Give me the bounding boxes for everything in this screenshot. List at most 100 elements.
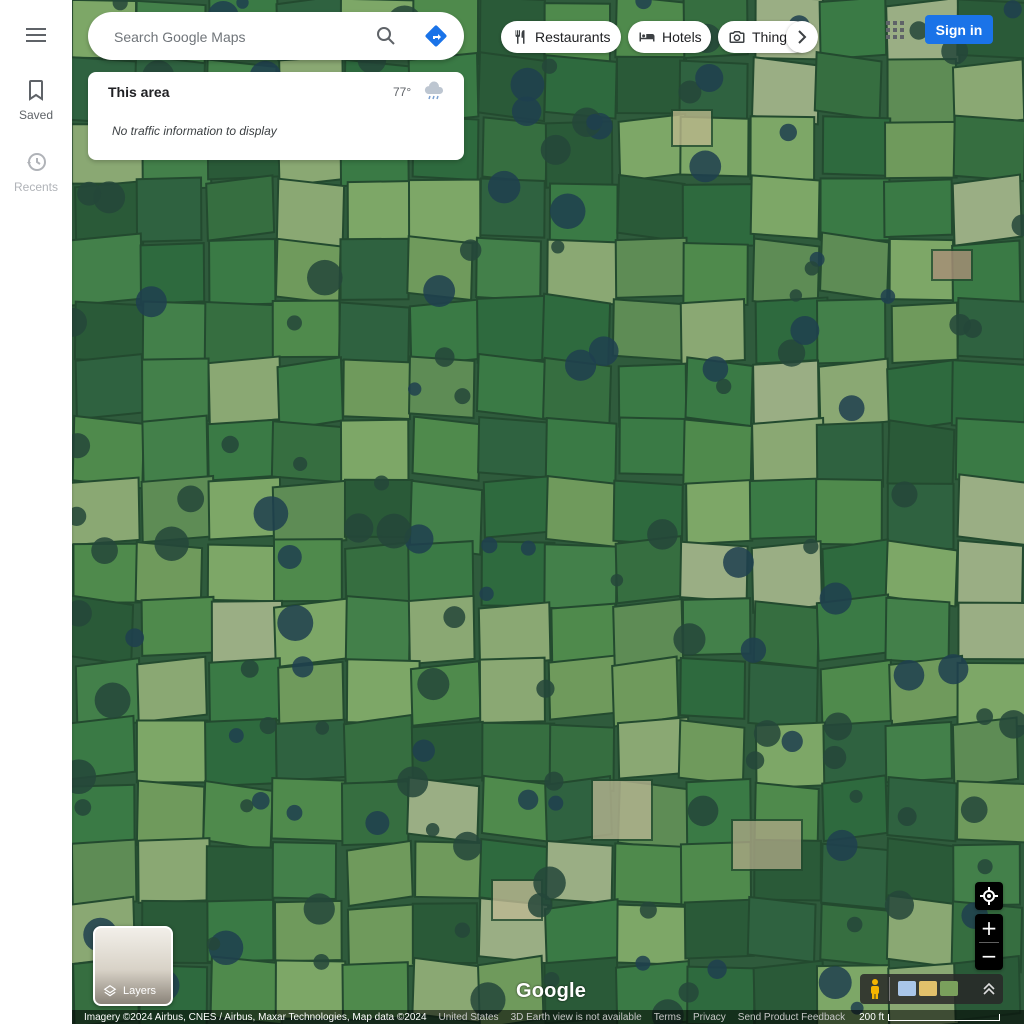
tree-canopy: [481, 537, 498, 554]
my-location-button[interactable]: [975, 882, 1003, 910]
tree-canopy: [374, 475, 390, 491]
field-parcel: [956, 539, 1024, 612]
rail-item-saved[interactable]: Saved: [0, 78, 72, 122]
sign-in-button[interactable]: Sign in: [925, 15, 993, 44]
field-parcel: [135, 719, 209, 784]
field-parcel: [957, 601, 1024, 661]
field-parcel: [752, 359, 820, 429]
tree-canopy: [938, 654, 969, 685]
field-parcel: [613, 842, 684, 906]
tree-canopy: [639, 901, 657, 919]
tree-canopy: [541, 58, 558, 74]
tree-canopy: [91, 537, 118, 564]
field-parcel: [407, 594, 476, 666]
field-parcel: [890, 301, 959, 365]
field-parcel: [339, 237, 410, 301]
region-link[interactable]: United States: [439, 1012, 499, 1023]
field-parcel: [751, 55, 821, 126]
rail-item-recents[interactable]: Recents: [0, 150, 72, 194]
tree-canopy: [453, 831, 482, 861]
traffic-status: No traffic information to display: [112, 124, 277, 138]
field-parcel: [813, 50, 883, 121]
tree-canopy: [781, 730, 803, 753]
field-parcel: [886, 419, 956, 494]
field-parcel: [346, 179, 416, 242]
tree-canopy: [286, 315, 302, 331]
chip-hotels[interactable]: Hotels: [628, 21, 711, 53]
thumbnail-terrain[interactable]: [919, 981, 937, 996]
field-parcel: [478, 656, 546, 725]
location-target-icon: [980, 887, 998, 905]
tree-canopy: [303, 893, 335, 925]
expand-up-icon[interactable]: [980, 980, 998, 998]
rail-item-label: Recents: [13, 180, 59, 194]
earth-notice: 3D Earth view is not available: [510, 1011, 642, 1023]
tree-canopy: [884, 890, 914, 920]
zoom-in-button[interactable]: +: [975, 914, 1003, 942]
field-parcel: [137, 837, 211, 904]
terms-link[interactable]: Terms: [654, 1012, 681, 1023]
tree-canopy: [536, 679, 555, 698]
rail-item-label: Saved: [18, 108, 54, 122]
privacy-link[interactable]: Privacy: [693, 1012, 726, 1023]
tree-canopy: [397, 766, 429, 798]
bed-icon: [639, 32, 655, 42]
field-parcel: [346, 903, 419, 972]
tree-canopy: [673, 623, 706, 656]
field-parcel: [141, 414, 209, 487]
feedback-link[interactable]: Send Product Feedback: [738, 1012, 845, 1023]
layers-button[interactable]: Layers: [93, 926, 173, 1006]
field-parcel: [205, 174, 276, 242]
tree-canopy: [826, 829, 858, 862]
tree-canopy: [252, 792, 270, 810]
fork-knife-icon: [515, 30, 525, 44]
tree-canopy: [976, 708, 994, 725]
directions-icon[interactable]: [424, 24, 448, 48]
tree-canopy: [307, 259, 343, 296]
map-footer: Imagery ©2024 Airbus, CNES / Airbus, Max…: [72, 1010, 1024, 1024]
apps-grid-icon[interactable]: [884, 19, 906, 41]
field-parcel: [543, 543, 618, 612]
tree-canopy: [206, 937, 221, 951]
tree-canopy: [740, 637, 767, 663]
field-parcel: [545, 475, 622, 549]
tree-canopy: [790, 315, 820, 345]
field-parcel: [956, 473, 1024, 546]
field-parcel: [886, 776, 958, 843]
tree-canopy: [977, 859, 993, 875]
tree-canopy: [789, 289, 803, 302]
chip-restaurants[interactable]: Restaurants: [501, 21, 621, 53]
temperature: 77°: [393, 85, 412, 99]
tree-canopy: [511, 96, 542, 127]
field-parcel: [203, 300, 276, 368]
tree-canopy: [695, 63, 724, 93]
history-icon: [27, 153, 46, 171]
menu-icon[interactable]: [24, 24, 48, 48]
tree-canopy: [253, 496, 289, 531]
zoom-out-button[interactable]: −: [975, 942, 1003, 970]
pegman-icon[interactable]: [866, 978, 884, 1000]
chips-scroll-right-button[interactable]: [786, 21, 818, 53]
search-input[interactable]: [112, 24, 356, 50]
tree-canopy: [716, 378, 732, 395]
field-parcel: [135, 176, 203, 243]
search-icon[interactable]: [374, 24, 398, 48]
tree-canopy: [408, 382, 422, 396]
thumbnail-map[interactable]: [898, 981, 916, 996]
scale-bar[interactable]: 200 ft: [859, 1012, 1001, 1023]
tree-canopy: [221, 435, 239, 454]
thumbnail-satellite[interactable]: [940, 981, 958, 996]
field-parcel: [342, 358, 412, 421]
field-parcel: [475, 352, 550, 421]
field-parcel: [206, 543, 282, 603]
tree-canopy: [240, 659, 259, 678]
map-mode-strip: [860, 974, 1003, 1004]
field-parcel: [616, 173, 686, 243]
tree-canopy: [893, 659, 925, 691]
field-parcel: [749, 174, 821, 240]
camera-icon: [729, 31, 745, 43]
tree-canopy: [822, 745, 847, 770]
field-parcel: [884, 120, 958, 180]
tree-canopy: [803, 538, 819, 555]
field-parcel: [208, 237, 277, 307]
